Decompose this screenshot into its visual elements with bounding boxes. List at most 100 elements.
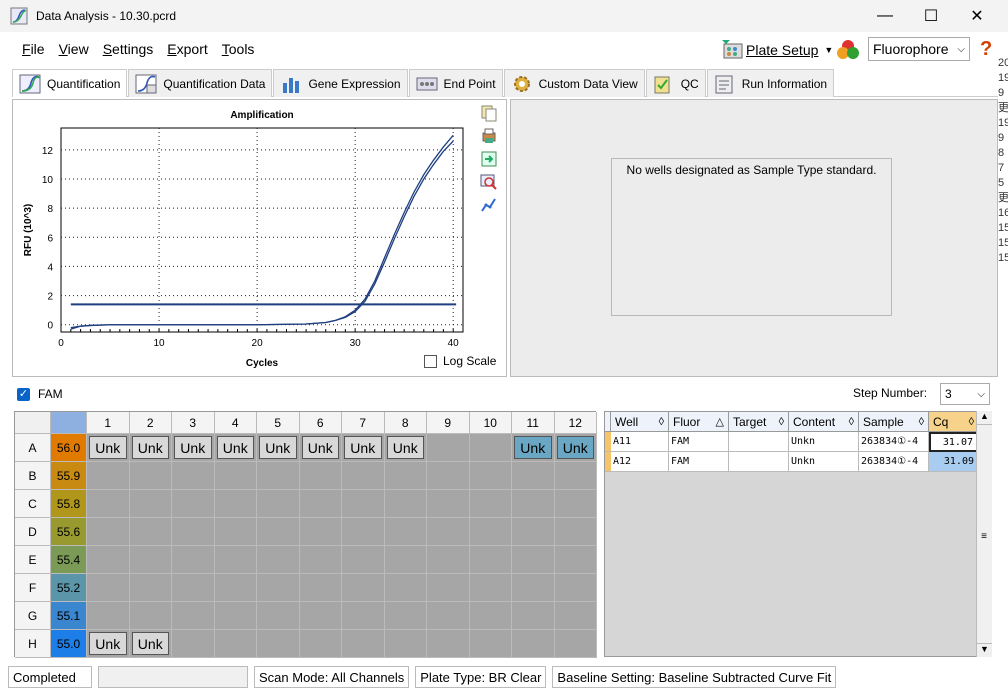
plate-well[interactable] xyxy=(257,602,300,630)
plate-well[interactable] xyxy=(257,518,300,546)
plate-well[interactable] xyxy=(554,602,597,630)
plate-well[interactable] xyxy=(214,462,257,490)
plate-well[interactable]: Unk xyxy=(129,434,172,462)
log-scale-checkbox[interactable] xyxy=(424,354,437,368)
plate-well[interactable] xyxy=(172,462,215,490)
tab-qc[interactable]: QC xyxy=(645,69,706,97)
minimize-button[interactable]: — xyxy=(862,0,908,32)
plate-well[interactable] xyxy=(214,546,257,574)
column-header-content[interactable]: Content ◊ xyxy=(789,412,859,432)
plate-well[interactable]: Unk xyxy=(342,434,385,462)
copy-icon[interactable] xyxy=(480,104,498,122)
menu-export[interactable]: Export xyxy=(167,41,207,57)
plate-well[interactable] xyxy=(512,546,555,574)
plate-well[interactable] xyxy=(257,574,300,602)
plate-well[interactable] xyxy=(87,546,130,574)
plate-well[interactable] xyxy=(299,462,342,490)
plate-well[interactable] xyxy=(554,462,597,490)
plate-well[interactable] xyxy=(214,630,257,658)
plate-column-header[interactable]: 8 xyxy=(384,412,427,434)
menu-settings[interactable]: Settings xyxy=(103,41,154,57)
menu-view[interactable]: View xyxy=(59,41,89,57)
plate-well[interactable] xyxy=(469,574,512,602)
plate-column-header[interactable]: 6 xyxy=(299,412,342,434)
plate-well[interactable] xyxy=(384,574,427,602)
plate-well[interactable] xyxy=(342,602,385,630)
sort-icon[interactable]: ◊ xyxy=(919,416,924,428)
plate-well[interactable] xyxy=(172,546,215,574)
table-cell-target[interactable] xyxy=(729,432,789,452)
sort-icon[interactable]: ◊ xyxy=(969,416,974,428)
plate-well[interactable] xyxy=(172,518,215,546)
plate-row-header[interactable]: H xyxy=(15,630,51,658)
plate-row-header[interactable]: A xyxy=(15,434,51,462)
plate-row-header[interactable]: D xyxy=(15,518,51,546)
plate-well[interactable] xyxy=(469,546,512,574)
plate-well[interactable] xyxy=(554,546,597,574)
plate-well[interactable] xyxy=(172,490,215,518)
plate-well[interactable] xyxy=(257,462,300,490)
plate-well[interactable] xyxy=(129,602,172,630)
close-button[interactable]: ✕ xyxy=(954,0,1000,32)
plate-well[interactable] xyxy=(384,630,427,658)
column-header-well[interactable]: Well ◊ xyxy=(611,412,669,432)
plate-well[interactable] xyxy=(469,630,512,658)
plate-well[interactable] xyxy=(342,462,385,490)
plate-well[interactable] xyxy=(214,518,257,546)
plate-row-header[interactable]: E xyxy=(15,546,51,574)
plate-well[interactable] xyxy=(342,630,385,658)
plate-well[interactable] xyxy=(87,490,130,518)
plate-well[interactable] xyxy=(342,490,385,518)
plate-well[interactable] xyxy=(129,490,172,518)
plate-column-header[interactable]: 9 xyxy=(427,412,470,434)
sort-icon[interactable]: △ xyxy=(716,415,724,428)
plate-well[interactable] xyxy=(342,546,385,574)
plate-well[interactable]: Unk xyxy=(554,434,597,462)
table-cell-cq[interactable]: 31.07 xyxy=(929,432,979,452)
plate-well[interactable] xyxy=(87,462,130,490)
plate-well[interactable] xyxy=(87,602,130,630)
step-number-select[interactable]: 3 ⌵ xyxy=(940,383,990,405)
plate-well[interactable]: Unk xyxy=(257,434,300,462)
plate-well[interactable]: Unk xyxy=(87,434,130,462)
plate-well[interactable] xyxy=(299,574,342,602)
table-cell-well[interactable]: A11 xyxy=(611,432,669,452)
table-cell-target[interactable] xyxy=(729,452,789,472)
fam-checkbox[interactable]: ✓ xyxy=(17,387,30,401)
plate-well[interactable] xyxy=(554,630,597,658)
plate-setup-button[interactable]: Plate Setup ▼ xyxy=(720,38,833,62)
plate-well[interactable] xyxy=(554,574,597,602)
plate-well[interactable] xyxy=(427,574,470,602)
plate-well[interactable] xyxy=(384,462,427,490)
table-cell-fluor[interactable]: FAM xyxy=(669,452,729,472)
plate-well[interactable]: Unk xyxy=(214,434,257,462)
plate-well[interactable] xyxy=(384,490,427,518)
column-header-target[interactable]: Target ◊ xyxy=(729,412,789,432)
plate-column-header[interactable]: 10 xyxy=(469,412,512,434)
plate-well[interactable] xyxy=(512,518,555,546)
plate-well[interactable]: Unk xyxy=(299,434,342,462)
plate-well[interactable] xyxy=(342,518,385,546)
plate-well[interactable] xyxy=(427,462,470,490)
tab-custom-data-view[interactable]: Custom Data View xyxy=(503,69,645,97)
plate-well[interactable]: Unk xyxy=(172,434,215,462)
plate-well[interactable] xyxy=(257,546,300,574)
plate-column-header[interactable]: 1 xyxy=(87,412,130,434)
plate-column-header[interactable]: 3 xyxy=(172,412,215,434)
table-cell-content[interactable]: Unkn xyxy=(789,432,859,452)
plate-well[interactable] xyxy=(469,462,512,490)
plate-well[interactable] xyxy=(214,574,257,602)
plate-well[interactable] xyxy=(469,434,512,462)
plate-well[interactable] xyxy=(342,574,385,602)
scroll-grip-icon[interactable]: ≡ xyxy=(979,531,989,542)
plate-well[interactable] xyxy=(172,574,215,602)
export-icon[interactable] xyxy=(480,150,498,168)
plate-well[interactable]: Unk xyxy=(129,630,172,658)
menu-file[interactable]: File xyxy=(22,41,45,57)
plate-column-header[interactable]: 11 xyxy=(512,412,555,434)
plate-well[interactable] xyxy=(512,462,555,490)
plate-well[interactable] xyxy=(87,574,130,602)
plate-well[interactable] xyxy=(512,574,555,602)
plate-row-header[interactable]: C xyxy=(15,490,51,518)
print-icon[interactable] xyxy=(480,127,498,145)
